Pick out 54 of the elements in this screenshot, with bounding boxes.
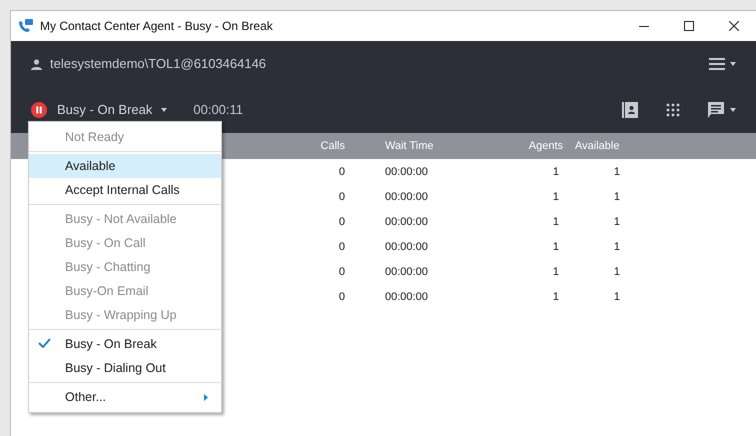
menu-item[interactable]: Available <box>29 154 221 178</box>
column-header: Available <box>575 138 620 154</box>
column-header: Wait Time <box>385 138 434 154</box>
table-cell-text: 1 <box>612 290 620 306</box>
table-cell-text: 00:00:00 <box>385 265 429 280</box>
table-cell-text: 0 <box>338 240 345 256</box>
status-dropdown[interactable]: Busy - On Break <box>57 100 168 120</box>
table-cell-text: 00:00:00 <box>385 165 429 180</box>
table-cell-text: 0 <box>338 290 345 306</box>
menu-item[interactable]: Other... <box>29 385 221 409</box>
menu-item[interactable]: Busy - Dialing Out <box>29 356 221 380</box>
table-cell-text: 1 <box>612 240 620 256</box>
column-header: Agents <box>528 138 563 154</box>
submenu-arrow-icon <box>204 394 208 400</box>
pause-icon <box>31 102 47 118</box>
main-menu-button[interactable] <box>709 58 736 70</box>
chat-icon <box>708 102 724 118</box>
table-cell-text: 00:00:00 <box>385 215 429 230</box>
table-cell-text: 1 <box>552 265 559 280</box>
menu-item[interactable]: Busy - On Break <box>29 332 221 356</box>
user-icon <box>31 58 42 70</box>
window-title: My Contact Center Agent - Busy - On Break <box>40 18 273 35</box>
caret-icon <box>730 62 736 66</box>
table-cell-text: 1 <box>552 165 559 180</box>
table-cell-text: 0 <box>338 165 345 180</box>
phone-logo-icon <box>18 19 34 33</box>
maximize-icon <box>684 21 694 31</box>
table-cell-text: 00:00:00 <box>385 240 429 256</box>
table-cell-text: 1 <box>612 215 620 230</box>
column-header: Calls <box>320 138 345 154</box>
table-cell-text: 0 <box>338 215 345 230</box>
table-cell-text: 1 <box>612 190 620 206</box>
table-cell-text: 1 <box>612 165 620 180</box>
close-icon <box>728 21 738 31</box>
status-timer: 00:00:11 <box>193 101 244 120</box>
menu-icon <box>709 58 725 70</box>
dialpad-icon <box>666 103 680 117</box>
user-account: telesystemdemo\TOL1@6103464146 <box>50 55 266 74</box>
table-cell-text: 00:00:00 <box>385 290 429 306</box>
table-cell-text: 0 <box>338 190 345 206</box>
caret-icon <box>730 108 736 112</box>
table-cell-text: 00:00:00 <box>385 190 429 206</box>
dialpad-button[interactable] <box>666 103 680 117</box>
table-cell-text: 1 <box>552 215 559 230</box>
table-cell-text: 1 <box>552 290 559 306</box>
table-cell-text: 0 <box>338 265 345 280</box>
table-cell-text: 1 <box>552 240 559 256</box>
caret-icon <box>161 108 168 112</box>
table-cell-text: 1 <box>552 190 559 206</box>
contact-book-icon <box>622 102 638 118</box>
contacts-button[interactable] <box>622 102 638 118</box>
menu-item[interactable]: Accept Internal Calls <box>29 178 221 202</box>
table-cell-text: 1 <box>612 265 620 280</box>
chat-button[interactable] <box>708 102 736 118</box>
